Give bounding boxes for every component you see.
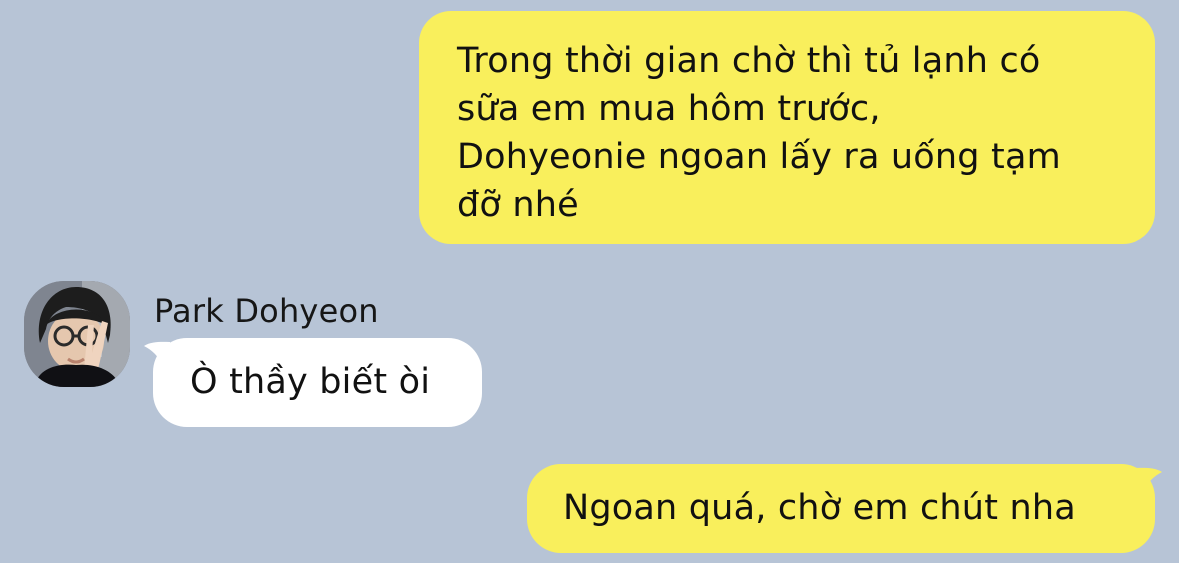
avatar[interactable] [24,281,130,387]
outgoing-message-bubble[interactable]: Ngoan quá, chờ em chút nha [527,464,1155,553]
message-text: Ò thầy biết òi [190,362,431,402]
message-text: Trong thời gian chờ thì tủ lạnh có sữa e… [457,41,1061,225]
incoming-message-bubble[interactable]: Ò thầy biết òi [153,338,482,427]
chat-view: Trong thời gian chờ thì tủ lạnh có sữa e… [0,0,1179,563]
sender-name: Park Dohyeon [154,292,379,330]
outgoing-message-bubble[interactable]: Trong thời gian chờ thì tủ lạnh có sữa e… [419,11,1155,244]
message-text: Ngoan quá, chờ em chút nha [563,488,1076,528]
profile-photo-icon [24,281,130,387]
